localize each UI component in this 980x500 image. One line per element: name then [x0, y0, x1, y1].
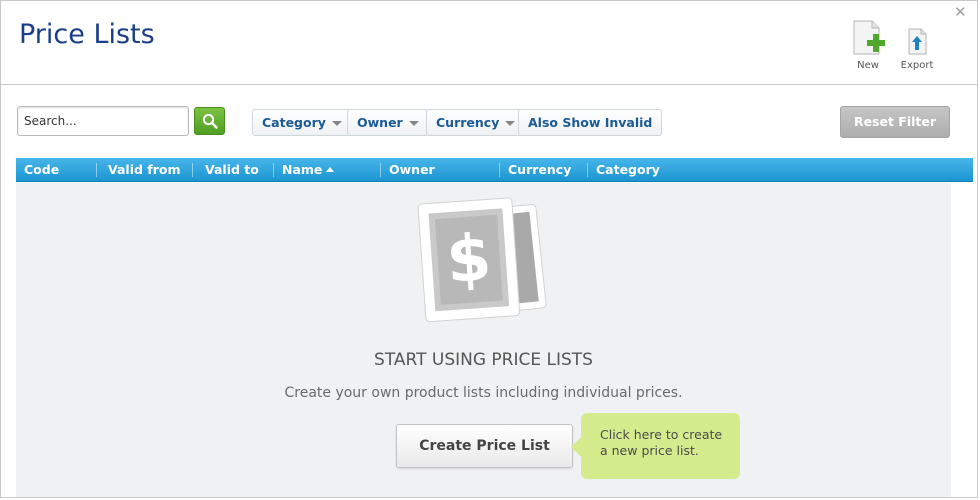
chevron-down-icon [331, 121, 342, 126]
search-button[interactable] [194, 107, 225, 135]
new-label: New [857, 60, 879, 71]
export-label: Export [900, 60, 934, 71]
chevron-down-icon [505, 121, 516, 126]
currency-filter-dropdown[interactable]: Currency [426, 109, 526, 136]
owner-filter-label: Owner [357, 115, 403, 130]
column-header-name-label: Name [282, 162, 323, 177]
magnifier-icon [202, 113, 218, 129]
svg-text:$: $ [444, 221, 494, 298]
column-header-category[interactable]: Category [596, 158, 660, 182]
column-divider [273, 163, 274, 177]
new-document-plus-icon [853, 20, 885, 55]
empty-state: $ START USING PRICE LISTS Create your ow… [16, 183, 951, 497]
column-divider [587, 163, 588, 177]
close-icon[interactable]: ✕ [954, 5, 967, 20]
search-input[interactable] [17, 106, 189, 136]
column-divider [380, 163, 381, 177]
sort-ascending-icon [326, 167, 335, 172]
category-filter-label: Category [262, 115, 326, 130]
column-divider [499, 163, 500, 177]
column-header-code[interactable]: Code [24, 158, 59, 182]
column-divider [96, 163, 97, 177]
column-header-owner[interactable]: Owner [389, 158, 435, 182]
empty-state-description: Create your own product lists including … [284, 385, 683, 401]
page-header: Price Lists New Export [1, 1, 977, 85]
category-filter-dropdown[interactable]: Category [252, 109, 352, 136]
currency-filter-label: Currency [436, 115, 500, 130]
create-hint-tooltip: Click here to create a new price list. [571, 413, 740, 479]
also-show-invalid-toggle[interactable]: Also Show Invalid [518, 109, 663, 136]
column-header-name[interactable]: Name [282, 158, 335, 182]
column-header-currency[interactable]: Currency [508, 158, 571, 182]
export-button[interactable]: Export [897, 19, 937, 71]
owner-filter-dropdown[interactable]: Owner [347, 109, 429, 136]
new-button[interactable]: New [848, 19, 888, 71]
chevron-down-icon [408, 121, 419, 126]
column-header-valid-from[interactable]: Valid from [108, 158, 181, 182]
column-divider [192, 163, 193, 177]
empty-state-title: START USING PRICE LISTS [374, 350, 593, 370]
page-title: Price Lists [19, 19, 155, 50]
export-arrow-icon [908, 28, 927, 55]
tooltip-line: Click here to create [600, 427, 723, 442]
create-price-list-button[interactable]: Create Price List [396, 424, 573, 468]
reset-filter-button[interactable]: Reset Filter [840, 106, 950, 138]
column-header-valid-to[interactable]: Valid to [205, 158, 259, 182]
tooltip-line: a new price list. [600, 443, 699, 458]
price-tag-dollar-icon: $ [417, 197, 547, 323]
price-lists-window: Price Lists New Export ✕ Cate [0, 0, 978, 498]
table-header: Code Valid from Valid to Name Owner Curr… [16, 158, 973, 182]
